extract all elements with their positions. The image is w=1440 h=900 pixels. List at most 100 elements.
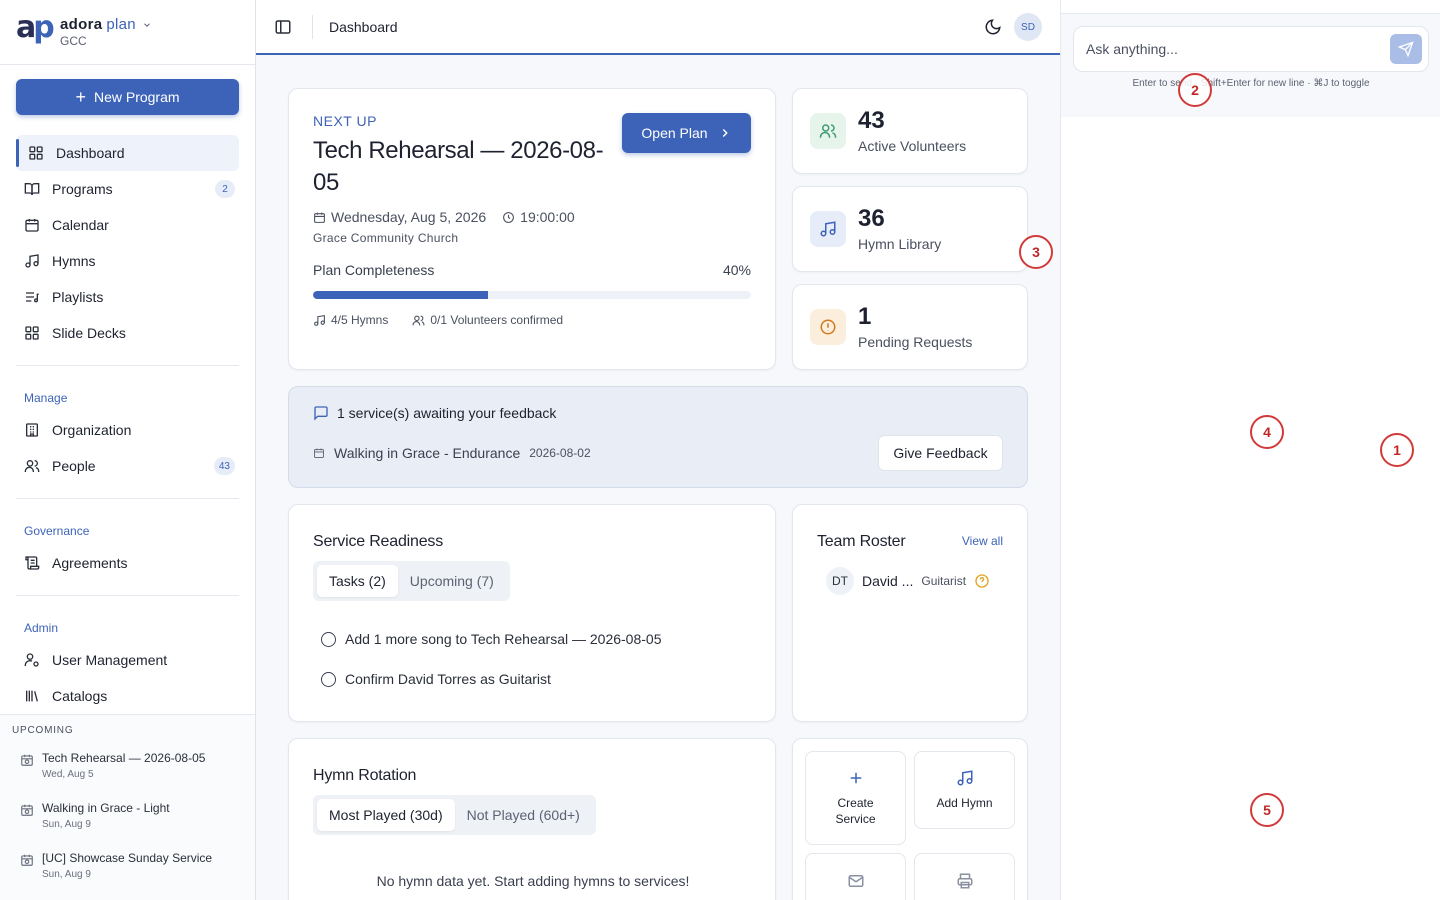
library-icon <box>24 688 40 704</box>
sidebar-item-catalogs[interactable]: Catalogs <box>16 678 239 714</box>
completeness-value: 40% <box>722 262 751 278</box>
card-title: Team Roster <box>817 533 906 550</box>
create-service-button[interactable]: Create Service <box>805 751 906 845</box>
task-item[interactable]: Confirm David Torres as Guitarist <box>321 671 551 687</box>
open-plan-button[interactable]: Open Plan <box>622 113 751 153</box>
music-icon <box>956 769 974 787</box>
member-name: David ... <box>862 573 914 589</box>
open-plan-label: Open Plan <box>641 125 708 141</box>
brand-plan: plan <box>106 16 136 33</box>
upcoming-item[interactable]: Tech Rehearsal — 2026-08-05 Wed, Aug 5 <box>20 751 205 780</box>
stat-card-pending-requests[interactable]: 1 Pending Requests <box>792 284 1028 370</box>
new-program-label: New Program <box>93 89 180 105</box>
programs-count-badge: 2 <box>215 180 235 198</box>
user-avatar[interactable]: SD <box>1014 13 1042 41</box>
playlist-icon <box>24 289 40 305</box>
task-label: Add 1 more song to Tech Rehearsal — 2026… <box>345 631 662 647</box>
hymn-rotation-tabs: Most Played (30d) Not Played (60d+) <box>313 795 596 835</box>
next-up-org: Grace Community Church <box>313 231 459 245</box>
sidebar-item-user-management[interactable]: User Management <box>16 642 239 678</box>
divider <box>312 14 313 39</box>
add-hymn-label: Add Hymn <box>936 796 993 810</box>
tab-not-played[interactable]: Not Played (60d+) <box>455 799 592 831</box>
card-title: Hymn Rotation <box>313 767 417 784</box>
sidebar-item-people[interactable]: People 43 <box>16 448 239 484</box>
printer-icon <box>956 872 974 890</box>
sidebar-item-dashboard[interactable]: Dashboard <box>16 135 239 171</box>
upcoming-item-title: Walking in Grace - Light <box>42 801 170 815</box>
sidebar-item-calendar[interactable]: Calendar <box>16 207 239 243</box>
tab-most-played[interactable]: Most Played (30d) <box>317 799 455 831</box>
sidebar-item-agreements[interactable]: Agreements <box>16 545 239 581</box>
brand-logo: ap <box>16 10 55 45</box>
sidebar-item-label: Playlists <box>52 289 104 305</box>
upcoming-item-date: Sun, Aug 9 <box>42 819 91 830</box>
calendar-clock-icon <box>20 803 34 817</box>
print-action-button[interactable] <box>914 853 1015 900</box>
sidebar-item-label: Agreements <box>52 555 128 571</box>
org-name: GCC <box>60 34 87 48</box>
section-label-admin: Admin <box>24 621 59 635</box>
moon-icon[interactable] <box>984 18 1002 36</box>
task-checkbox[interactable] <box>321 631 336 647</box>
add-hymn-button[interactable]: Add Hymn <box>914 751 1015 829</box>
sidebar-item-programs[interactable]: Programs 2 <box>16 171 239 207</box>
music-icon <box>313 314 326 327</box>
roster-member[interactable]: DT David ... Guitarist <box>826 567 990 595</box>
music-icon <box>24 253 40 269</box>
upcoming-panel: UPCOMING Tech Rehearsal — 2026-08-05 Wed… <box>0 714 255 900</box>
chat-hint: Enter to send · Shift+Enter for new line… <box>1132 78 1370 89</box>
help-circle-icon <box>974 573 990 589</box>
scroll-icon <box>24 555 40 571</box>
tab-tasks[interactable]: Tasks (2) <box>317 565 398 597</box>
chat-input[interactable] <box>1086 35 1376 63</box>
feedback-banner: 1 service(s) awaiting your feedback Walk… <box>288 386 1028 488</box>
completeness-progress-bar <box>313 291 751 299</box>
volunteers-count: 0/1 Volunteers confirmed <box>430 313 564 327</box>
readiness-tabs: Tasks (2) Upcoming (7) <box>313 561 510 601</box>
sidebar-item-hymns[interactable]: Hymns <box>16 243 239 279</box>
calendar-clock-icon <box>20 853 34 867</box>
divider <box>16 498 239 499</box>
next-up-card: NEXT UP Tech Rehearsal — 2026-08-05 Wedn… <box>288 88 776 370</box>
sidebar-item-label: User Management <box>52 652 168 668</box>
manage-nav: Organization People 43 <box>16 412 239 484</box>
governance-nav: Agreements <box>16 545 239 581</box>
feedback-date: 2026-08-02 <box>529 446 591 460</box>
calendar-clock-icon <box>20 753 34 767</box>
tab-upcoming[interactable]: Upcoming (7) <box>398 565 506 597</box>
send-button[interactable] <box>1390 34 1422 64</box>
brand-name: adora <box>60 16 103 33</box>
feedback-title: 1 service(s) awaiting your feedback <box>337 405 557 421</box>
upcoming-item[interactable]: Walking in Grace - Light Sun, Aug 9 <box>20 801 170 830</box>
sidebar-toggle-icon[interactable] <box>274 18 292 36</box>
org-switcher[interactable]: ap adora plan GCC <box>0 0 255 65</box>
task-checkbox[interactable] <box>321 671 336 687</box>
admin-nav: User Management Catalogs <box>16 642 239 714</box>
email-action-button[interactable] <box>805 853 906 900</box>
upcoming-item[interactable]: [UC] Showcase Sunday Service Sun, Aug 9 <box>20 851 212 880</box>
sidebar-item-label: People <box>52 458 96 474</box>
stat-card-volunteers[interactable]: 43 Active Volunteers <box>792 88 1028 174</box>
alert-circle-icon <box>810 309 846 345</box>
users-icon <box>24 458 40 474</box>
give-feedback-button[interactable]: Give Feedback <box>878 435 1003 471</box>
users-icon <box>810 113 846 149</box>
next-up-title: Tech Rehearsal — 2026-08-05 <box>313 137 604 196</box>
stat-card-hymn-library[interactable]: 36 Hymn Library <box>792 186 1028 272</box>
quick-actions-card: Create Service Add Hymn <box>792 738 1028 900</box>
sidebar-item-playlists[interactable]: Playlists <box>16 279 239 315</box>
sidebar-item-label: Organization <box>52 422 132 438</box>
sidebar-item-label: Slide Decks <box>52 325 126 341</box>
service-readiness-card: Service Readiness Tasks (2) Upcoming (7)… <box>288 504 776 722</box>
task-item[interactable]: Add 1 more song to Tech Rehearsal — 2026… <box>321 631 662 647</box>
send-icon <box>1398 41 1414 57</box>
calendar-icon <box>24 217 40 233</box>
sidebar-item-slide-decks[interactable]: Slide Decks <box>16 315 239 351</box>
sidebar-item-label: Hymns <box>52 253 96 269</box>
sidebar-item-organization[interactable]: Organization <box>16 412 239 448</box>
chevron-down-icon <box>142 20 152 30</box>
annotation-marker: 2 <box>1178 73 1212 107</box>
view-all-link[interactable]: View all <box>962 534 1003 548</box>
new-program-button[interactable]: + New Program <box>16 79 239 115</box>
